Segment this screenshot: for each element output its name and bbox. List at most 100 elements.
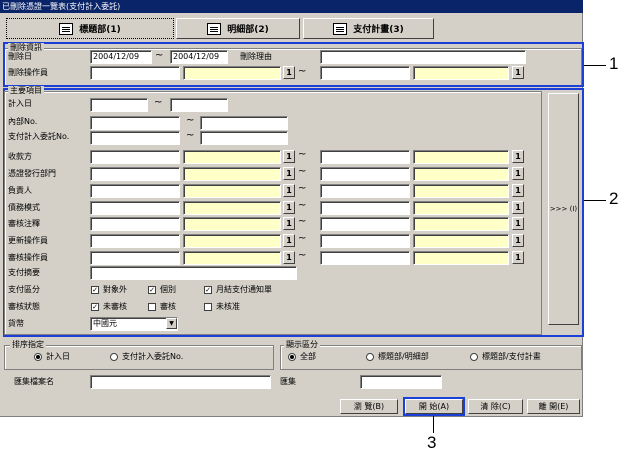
delete-reason-label: 刪除理由 bbox=[240, 52, 272, 61]
sort-pay-request-no-radio[interactable] bbox=[110, 353, 118, 361]
voucher-dept-to-lookup-button[interactable]: 1 bbox=[512, 167, 524, 180]
payee-from-lookup-button[interactable]: 1 bbox=[283, 150, 295, 163]
updater-to-lookup-button[interactable]: 1 bbox=[512, 234, 524, 247]
payee-from-name bbox=[183, 150, 281, 164]
pay-summary-label: 支付摘要 bbox=[8, 268, 40, 277]
payee-from-code[interactable] bbox=[90, 150, 180, 164]
file-name-input[interactable] bbox=[90, 375, 271, 389]
entry-date-label: 計入日 bbox=[8, 99, 32, 108]
close-button[interactable]: 離 開(E) bbox=[527, 399, 580, 414]
audit-note-to-lookup-button[interactable]: 1 bbox=[512, 217, 524, 230]
audit-note-label: 審核注釋 bbox=[8, 219, 40, 228]
tab-detail-label: 明細部(2) bbox=[227, 25, 269, 35]
auditor-label: 審核操作員 bbox=[8, 253, 48, 262]
updater-from-lookup-button[interactable]: 1 bbox=[283, 234, 295, 247]
clear-button[interactable]: 清 除(C) bbox=[468, 399, 523, 414]
pay-category-individual-checkbox[interactable]: ✓ bbox=[148, 286, 156, 294]
delete-operator-to-code[interactable] bbox=[320, 66, 410, 80]
debt-type-label: 債務模式 bbox=[8, 203, 40, 212]
delete-operator-from-lookup-button[interactable]: 1 bbox=[283, 66, 295, 79]
audit-note-to-name bbox=[413, 217, 509, 231]
delete-reason-input[interactable] bbox=[320, 50, 526, 64]
payee-to-lookup-button[interactable]: 1 bbox=[512, 150, 524, 163]
pay-request-no-from-input[interactable] bbox=[90, 131, 180, 145]
more-items-button[interactable]: >>> (I) bbox=[548, 93, 579, 325]
pay-category-excluded-checkbox[interactable]: ✓ bbox=[91, 286, 99, 294]
delete-operator-to-lookup-button[interactable]: 1 bbox=[512, 66, 524, 79]
responsible-label: 負責人 bbox=[8, 186, 32, 195]
voucher-dept-to-code[interactable] bbox=[320, 167, 410, 181]
display-header-detail-label: 標題部/明細部 bbox=[378, 352, 429, 361]
display-header-plan-radio[interactable] bbox=[470, 353, 478, 361]
responsible-from-code[interactable] bbox=[90, 184, 180, 198]
currency-value: 中國元 bbox=[93, 319, 117, 328]
pay-request-no-to-input[interactable] bbox=[200, 131, 288, 145]
responsible-from-name bbox=[183, 184, 281, 198]
currency-label: 貨幣 bbox=[8, 319, 24, 328]
responsible-to-lookup-button[interactable]: 1 bbox=[512, 184, 524, 197]
audit-note-from-code[interactable] bbox=[90, 217, 180, 231]
pay-category-monthly-label: 月結支付通知單 bbox=[216, 285, 272, 294]
debt-type-to-lookup-button[interactable]: 1 bbox=[512, 201, 524, 214]
book-icon bbox=[59, 22, 74, 35]
range-tilde: ~ bbox=[298, 149, 307, 160]
responsible-from-lookup-button[interactable]: 1 bbox=[283, 184, 295, 197]
responsible-to-name bbox=[413, 184, 509, 198]
callout-box-1 bbox=[3, 42, 584, 87]
delete-operator-from-name bbox=[183, 66, 281, 80]
tab-header[interactable]: 標題部(1) bbox=[6, 18, 174, 39]
auditor-to-code[interactable] bbox=[320, 251, 410, 265]
audit-status-label: 審核狀態 bbox=[8, 302, 40, 311]
updater-to-code[interactable] bbox=[320, 234, 410, 248]
internal-no-from-input[interactable] bbox=[90, 116, 180, 130]
voucher-dept-label: 憑證發行部門 bbox=[8, 169, 56, 178]
responsible-to-code[interactable] bbox=[320, 184, 410, 198]
tab-payment-plan[interactable]: 支付計畫(3) bbox=[303, 18, 434, 39]
auditor-to-lookup-button[interactable]: 1 bbox=[512, 251, 524, 264]
debt-type-from-lookup-button[interactable]: 1 bbox=[283, 201, 295, 214]
internal-no-to-input[interactable] bbox=[200, 116, 288, 130]
delete-date-from-input[interactable]: 2004/12/09 bbox=[90, 50, 152, 64]
delete-date-to-input[interactable]: 2004/12/09 bbox=[170, 50, 228, 64]
internal-no-label: 內部No. bbox=[8, 117, 38, 126]
display-header-detail-radio[interactable] bbox=[366, 353, 374, 361]
entry-date-to-input[interactable] bbox=[170, 98, 228, 112]
audit-status-unapproved-checkbox[interactable] bbox=[204, 303, 212, 311]
debt-type-to-code[interactable] bbox=[320, 201, 410, 215]
sort-entry-date-label: 計入日 bbox=[46, 352, 70, 361]
browse-button[interactable]: 瀏 覽(B) bbox=[340, 399, 398, 414]
audit-note-from-lookup-button[interactable]: 1 bbox=[283, 217, 295, 230]
pay-category-monthly-checkbox[interactable]: ✓ bbox=[204, 286, 212, 294]
auditor-from-code[interactable] bbox=[90, 251, 180, 265]
delete-operator-from-code[interactable] bbox=[90, 66, 180, 80]
updater-from-code[interactable] bbox=[90, 234, 180, 248]
display-all-label: 全部 bbox=[300, 352, 316, 361]
voucher-dept-from-lookup-button[interactable]: 1 bbox=[283, 167, 295, 180]
audit-status-unapproved-label: 未核准 bbox=[216, 302, 240, 311]
payee-to-code[interactable] bbox=[320, 150, 410, 164]
updater-label: 更新操作員 bbox=[8, 236, 48, 245]
voucher-dept-from-code[interactable] bbox=[90, 167, 180, 181]
entry-date-from-input[interactable] bbox=[90, 98, 148, 112]
callout-line-2 bbox=[584, 200, 606, 201]
display-all-radio[interactable] bbox=[288, 353, 296, 361]
auditor-to-name bbox=[413, 251, 509, 265]
tab-detail[interactable]: 明細部(2) bbox=[176, 18, 300, 39]
chevron-down-icon[interactable]: ▼ bbox=[166, 318, 177, 329]
currency-select[interactable]: 中國元 bbox=[90, 317, 178, 331]
range-tilde: ~ bbox=[186, 115, 195, 126]
sort-entry-date-radio[interactable] bbox=[34, 353, 42, 361]
collection-input[interactable] bbox=[360, 375, 442, 389]
audit-note-to-code[interactable] bbox=[320, 217, 410, 231]
payee-label: 收款方 bbox=[8, 152, 32, 161]
pay-summary-input[interactable] bbox=[90, 266, 297, 280]
audit-status-unaudited-checkbox[interactable]: ✓ bbox=[91, 303, 99, 311]
auditor-from-lookup-button[interactable]: 1 bbox=[283, 251, 295, 264]
debt-type-from-code[interactable] bbox=[90, 201, 180, 215]
range-tilde: ~ bbox=[155, 50, 164, 61]
tab-payment-plan-label: 支付計畫(3) bbox=[353, 25, 404, 35]
callout-2: 2 bbox=[609, 189, 619, 208]
audit-status-audited-checkbox[interactable] bbox=[148, 303, 156, 311]
delete-operator-label: 刪除操作員 bbox=[8, 68, 48, 77]
start-button[interactable]: 開 始(A) bbox=[405, 399, 463, 414]
